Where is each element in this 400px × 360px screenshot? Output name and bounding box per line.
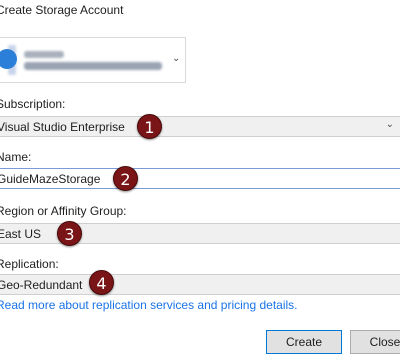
replication-label: Replication:	[0, 257, 59, 271]
step-badge-3: 3	[57, 221, 82, 246]
region-value: East US	[0, 227, 42, 241]
name-label: Name:	[0, 150, 32, 164]
title-bar: Create Storage Account	[0, 0, 400, 22]
name-input[interactable]: GuideMazeStorage	[0, 168, 400, 189]
close-button[interactable]: Close	[350, 330, 400, 354]
replication-value: Geo-Redundant	[0, 278, 83, 292]
chevron-down-icon: ⌄	[172, 53, 181, 64]
replication-dropdown[interactable]: Geo-Redundant	[0, 274, 400, 295]
step-badge-4: 4	[89, 270, 114, 295]
step-badge-2: 2	[113, 166, 138, 191]
subscription-label: Subscription:	[0, 97, 66, 111]
name-value: GuideMazeStorage	[0, 172, 101, 186]
step-badge-1: 1	[137, 114, 162, 139]
account-selector[interactable]: ⌄	[0, 37, 186, 83]
subscription-dropdown[interactable]: Visual Studio Enterprise ⌄	[0, 116, 400, 137]
region-label: Region or Affinity Group:	[0, 204, 127, 218]
subscription-value: Visual Studio Enterprise	[0, 120, 125, 134]
window-title: Create Storage Account	[0, 3, 124, 17]
account-name-redacted	[24, 51, 64, 58]
create-button[interactable]: Create	[266, 330, 342, 354]
account-email-redacted	[24, 62, 162, 70]
chevron-down-icon: ⌄	[385, 119, 394, 130]
replication-pricing-link[interactable]: Read more about replication services and…	[0, 298, 298, 312]
